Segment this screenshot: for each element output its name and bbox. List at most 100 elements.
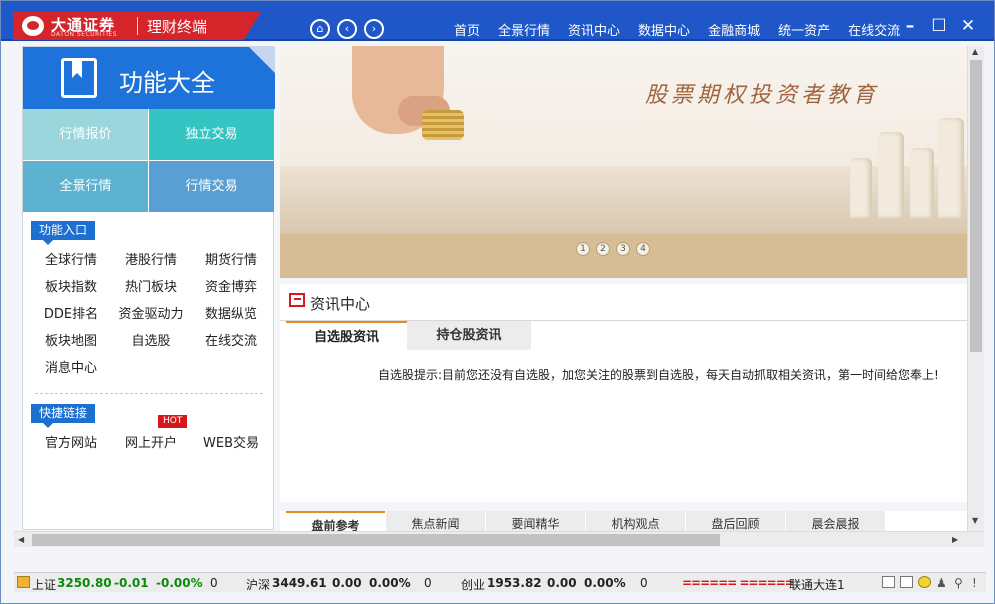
tile-quote-trade[interactable]: 行情交易 [149,161,274,212]
scroll-up-icon[interactable]: ▲ [972,47,978,56]
banner-headline: 股票期权投资者教育 [645,83,880,108]
link-watchlist[interactable]: 自选股 [131,330,170,349]
link-fund-drive[interactable]: 资金驱动力 [118,303,183,322]
cy-index-label: 创业 [461,578,486,592]
link-message-center[interactable]: 消息中心 [45,357,97,376]
window-icon[interactable] [900,576,913,588]
sidebar-title: 功能大全 [119,69,215,97]
link-sector-map[interactable]: 板块地图 [45,330,97,349]
news-icon [289,293,305,307]
tab-watchlist-news[interactable]: 自选股资讯 [286,321,407,350]
minimize-icon[interactable]: – [900,17,920,35]
title-bar: 大通证券 DATON SECURITIES 理财终端 ⌂ ‹ › 首页 全景行情… [1,1,994,41]
tab-focus-news[interactable]: 焦点新闻 [386,511,485,532]
tab-holdings-news[interactable]: 持仓股资讯 [407,321,531,350]
section-function-entry: 功能入口 [31,221,96,245]
nav-item-news[interactable]: 资讯中心 [568,20,620,39]
smiley-icon[interactable] [918,576,931,588]
tree-icon[interactable]: ⚲ [954,576,963,590]
nav-item-data[interactable]: 数据中心 [638,20,690,39]
link-fund-game[interactable]: 资金博弈 [205,276,257,295]
watchlist-empty-message: 自选股提示:目前您还没有自选股，加您关注的股票到自选股，每天自动抓取相关资讯，第… [378,368,939,382]
tab-morning-report[interactable]: 晨会晨报 [786,511,885,532]
banner-strip [280,234,967,278]
link-data-overview[interactable]: 数据纵览 [205,303,257,322]
nav-item-panorama[interactable]: 全景行情 [498,20,550,39]
link-online-chat[interactable]: 在线交流 [205,330,257,349]
slide-dot-4[interactable]: 4 [636,242,650,256]
window-icon[interactable] [882,576,895,588]
nav-item-mall[interactable]: 金融商城 [708,20,760,39]
link-hk-quotes[interactable]: 港股行情 [125,249,177,268]
logo-divider [137,17,138,35]
promo-banner[interactable]: 股票期权投资者教育 1 2 3 4 [280,46,967,278]
maximize-icon[interactable]: ☐ [929,17,949,35]
scroll-ticker: ====== ====== [682,576,795,590]
vertical-scrollbar[interactable]: ▲ ▼ [967,46,984,531]
news-center-title: 资讯中心 [310,295,371,313]
back-arrow-icon[interactable]: ‹ [337,19,357,39]
app-window: 大通证券 DATON SECURITIES 理财终端 ⌂ ‹ › 首页 全景行情… [0,0,995,604]
link-futures-quotes[interactable]: 期货行情 [205,249,257,268]
close-icon[interactable]: ✕ [958,17,978,35]
cy-index-change: 0.00 [547,576,577,590]
tab-institution-views[interactable]: 机构观点 [586,511,685,532]
corner-fold-icon [249,47,275,73]
link-sector-index[interactable]: 板块指数 [45,276,97,295]
link-open-account[interactable]: 网上开户 [125,432,177,451]
tab-premarket[interactable]: 盘前参考 [286,511,385,532]
brand-name-en: DATON SECURITIES [51,31,118,38]
slide-dot-3[interactable]: 3 [616,242,630,256]
sh-index-pct: -0.00% [156,576,203,590]
news-center-panel: 资讯中心 自选股资讯 持仓股资讯 自选股提示:目前您还没有自选股，加您关注的股票… [280,284,967,502]
cy-index-pct: 0.00% [584,576,626,590]
tile-quotes[interactable]: 行情报价 [23,109,148,160]
chess-piece-image [938,118,964,218]
coin-stack-image [422,110,464,140]
section-quick-links: 快捷链接 [31,404,96,428]
horizontal-scroll-thumb[interactable] [32,534,720,546]
link-dde-rank[interactable]: DDE排名 [44,303,98,322]
sh-index-value: 3250.80 [57,576,112,590]
server-name[interactable]: 联通大连1 [789,576,845,593]
sz-index-label: 沪深 [246,578,271,592]
home-icon[interactable]: ⌂ [310,19,330,39]
slide-dot-2[interactable]: 2 [596,242,610,256]
nav-item-chat[interactable]: 在线交流 [848,20,900,39]
sh-index-change: -0.01 [114,576,149,590]
sz-index-value: 3449.61 [272,576,327,590]
tile-panorama[interactable]: 全景行情 [23,161,148,212]
book-icon [61,58,97,98]
person-icon[interactable]: ♟ [936,576,947,590]
scroll-right-icon[interactable]: ▶ [952,535,958,544]
vertical-scroll-thumb[interactable] [970,60,982,352]
link-web-trade[interactable]: WEB交易 [203,432,259,451]
sz-index-change: 0.00 [332,576,362,590]
nav-item-home[interactable]: 首页 [454,20,480,39]
brand-logo: 大通证券 DATON SECURITIES 理财终端 [13,12,261,40]
sz-index-pct: 0.00% [369,576,411,590]
product-name: 理财终端 [147,18,208,36]
slide-dot-1[interactable]: 1 [576,242,590,256]
market-window-icon[interactable] [17,576,30,588]
scroll-left-icon[interactable]: ◀ [18,535,24,544]
hot-badge: HOT [158,415,188,428]
chess-piece-image [910,148,934,218]
horizontal-scrollbar[interactable]: ◀ ▶ [14,531,984,547]
sidebar-header: 功能大全 [23,47,275,109]
link-global-quotes[interactable]: 全球行情 [45,249,97,268]
sh-index-volume: 0 [210,576,218,590]
forward-arrow-icon[interactable]: › [364,19,384,39]
market-status-bar: 上证 3250.80 -0.01 -0.00% 0 沪深 3449.61 0.0… [14,572,986,592]
cy-index-value: 1953.82 [487,576,542,590]
nav-item-assets[interactable]: 统一资产 [778,20,830,39]
tab-headlines[interactable]: 要闻精华 [486,511,585,532]
sh-index-label: 上证 [32,578,57,592]
link-hot-sectors[interactable]: 热门板块 [125,276,177,295]
link-official-site[interactable]: 官方网站 [45,432,97,451]
tab-after-market[interactable]: 盘后回顾 [686,511,785,532]
exclamation-icon[interactable]: ! [972,576,977,590]
section-divider [35,393,263,394]
tile-trade[interactable]: 独立交易 [149,109,274,160]
scroll-down-icon[interactable]: ▼ [972,516,978,525]
